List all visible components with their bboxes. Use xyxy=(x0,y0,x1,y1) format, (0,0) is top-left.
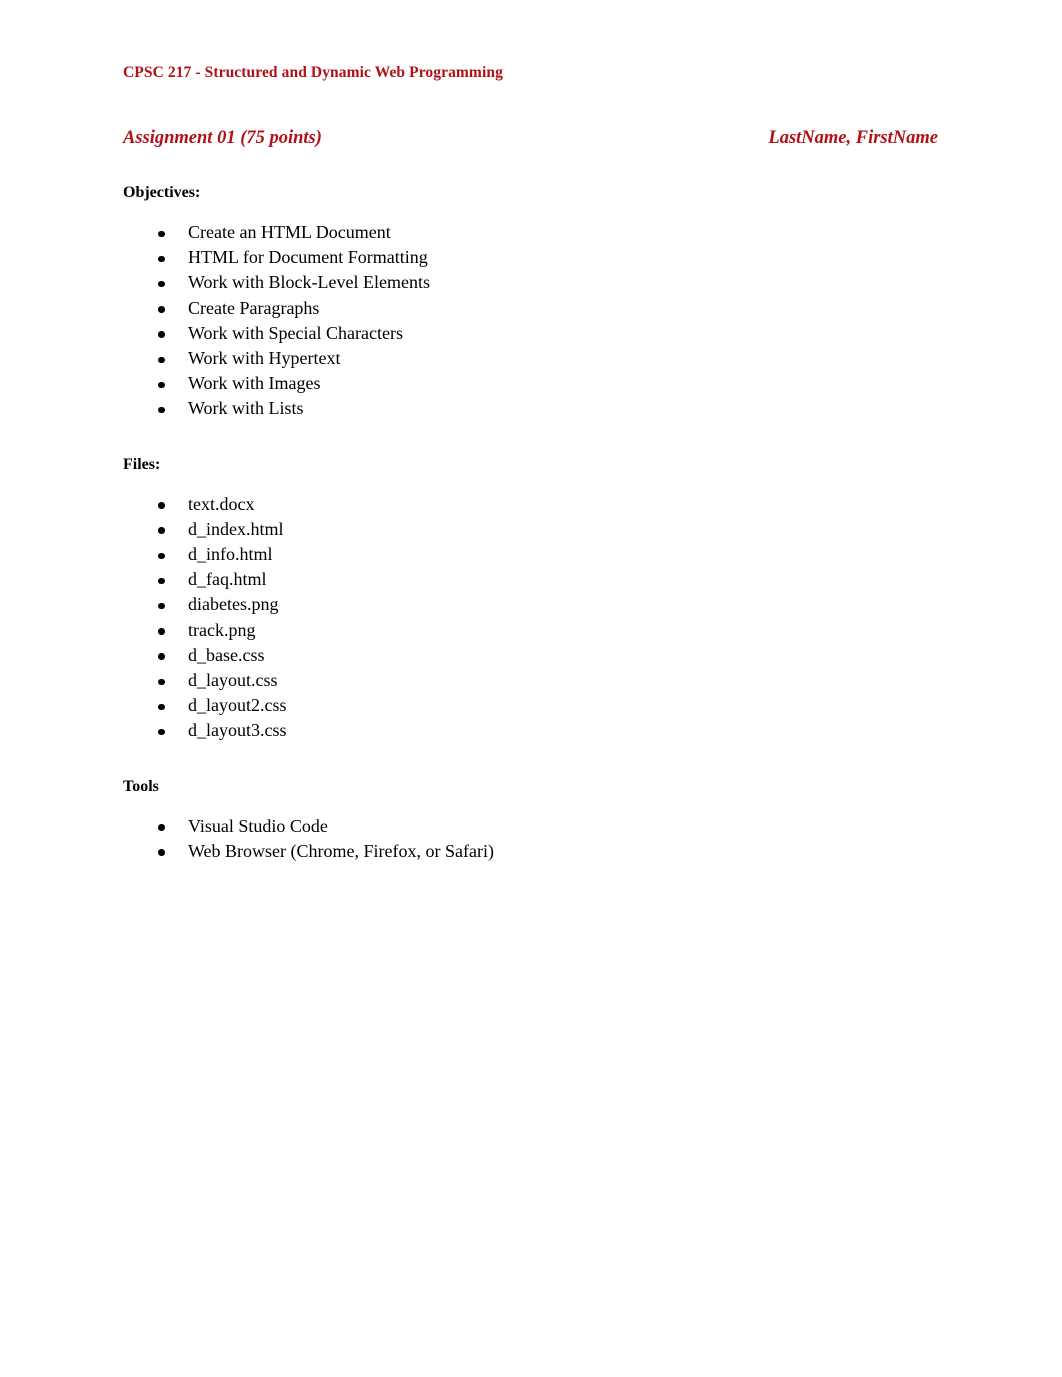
bullet-icon xyxy=(158,602,165,610)
list-item: Create Paragraphs xyxy=(123,296,939,321)
list-item: d_layout.css xyxy=(123,668,939,693)
bullet-icon xyxy=(158,577,165,585)
list-item-label: Work with Lists xyxy=(188,398,304,419)
list-item-label: Work with Block-Level Elements xyxy=(188,272,430,293)
bullet-icon xyxy=(158,331,165,338)
list-item: Create an HTML Document xyxy=(123,220,939,245)
assignment-header-row: Assignment 01 (75 points) LastName, Firs… xyxy=(123,126,939,150)
list-item: d_base.css xyxy=(123,643,939,668)
bullet-icon xyxy=(158,703,165,711)
bullet-icon xyxy=(158,552,165,560)
bullet-icon xyxy=(158,824,165,831)
list-item: d_info.html xyxy=(123,542,939,567)
list-item-label: d_faq.html xyxy=(188,569,267,590)
list-item-label: diabetes.png xyxy=(188,594,279,615)
list-item-label: d_info.html xyxy=(188,544,273,565)
list-item-label: Work with Images xyxy=(188,373,321,394)
bullet-icon xyxy=(158,381,165,389)
assignment-title: Assignment 01 (75 points) xyxy=(123,128,322,148)
list-item-label: Web Browser (Chrome, Firefox, or Safari) xyxy=(188,840,494,861)
list-item-label: Work with Special Characters xyxy=(188,322,403,343)
tools-heading: Tools xyxy=(123,777,159,795)
list-item: Visual Studio Code xyxy=(123,814,939,839)
list-item: Work with Block-Level Elements xyxy=(123,270,939,295)
objectives-heading: Objectives: xyxy=(123,184,201,201)
list-item: d_faq.html xyxy=(123,567,939,592)
list-item-label: d_layout3.css xyxy=(188,720,287,741)
bullet-icon xyxy=(158,356,165,364)
document-content: CPSC 217 - Structured and Dynamic Web Pr… xyxy=(123,0,939,864)
list-item: Work with Hypertext xyxy=(123,346,939,371)
list-item: text.docx xyxy=(123,492,939,517)
list-item-label: Create an HTML Document xyxy=(188,222,391,242)
list-item: Work with Images xyxy=(123,371,939,396)
list-item-label: Create Paragraphs xyxy=(188,297,320,318)
list-item: HTML for Document Formatting xyxy=(123,245,939,270)
list-item: track.png xyxy=(123,618,939,643)
list-item: d_layout3.css xyxy=(123,718,939,743)
list-item: diabetes.png xyxy=(123,592,939,617)
list-item: d_index.html xyxy=(123,517,939,542)
bullet-icon xyxy=(158,502,165,509)
bullet-icon xyxy=(158,628,165,635)
tools-list: Visual Studio Code Web Browser (Chrome, … xyxy=(123,814,939,864)
bullet-icon xyxy=(158,849,165,856)
bullet-icon xyxy=(158,678,165,686)
list-item-label: text.docx xyxy=(188,493,255,514)
list-item-label: track.png xyxy=(188,619,256,640)
list-item-label: d_layout.css xyxy=(188,670,278,691)
bullet-icon xyxy=(158,728,165,736)
bullet-icon xyxy=(158,527,165,534)
list-item-label: HTML for Document Formatting xyxy=(188,247,428,268)
bullet-icon xyxy=(158,230,165,237)
files-list: text.docx d_index.html d_info.html d_faq… xyxy=(123,492,939,744)
document-page: CPSC 217 - Structured and Dynamic Web Pr… xyxy=(0,0,1062,1377)
list-item-label: Work with Hypertext xyxy=(188,348,341,369)
list-item-label: Visual Studio Code xyxy=(188,815,328,836)
bullet-icon xyxy=(158,653,165,660)
list-item: d_layout2.css xyxy=(123,693,939,718)
list-item-label: d_base.css xyxy=(188,644,265,665)
list-item: Work with Special Characters xyxy=(123,321,939,346)
files-section: Files: text.docx d_index.html d_info.htm… xyxy=(123,454,939,744)
list-item: Web Browser (Chrome, Firefox, or Safari) xyxy=(123,839,939,864)
tools-section: Tools Visual Studio Code Web Browser (Ch… xyxy=(123,776,939,864)
list-item-label: d_layout2.css xyxy=(188,695,287,716)
objectives-list: Create an HTML Document HTML for Documen… xyxy=(123,220,939,422)
files-heading: Files: xyxy=(123,455,161,473)
list-item: Work with Lists xyxy=(123,396,939,421)
student-name: LastName, FirstName xyxy=(768,128,938,148)
list-item-label: d_index.html xyxy=(188,518,284,539)
course-title: CPSC 217 - Structured and Dynamic Web Pr… xyxy=(123,64,503,81)
objectives-section: Objectives: Create an HTML Document HTML… xyxy=(123,182,939,422)
bullet-icon xyxy=(158,255,165,263)
bullet-icon xyxy=(158,280,165,288)
bullet-icon xyxy=(158,406,165,414)
bullet-icon xyxy=(158,306,165,313)
